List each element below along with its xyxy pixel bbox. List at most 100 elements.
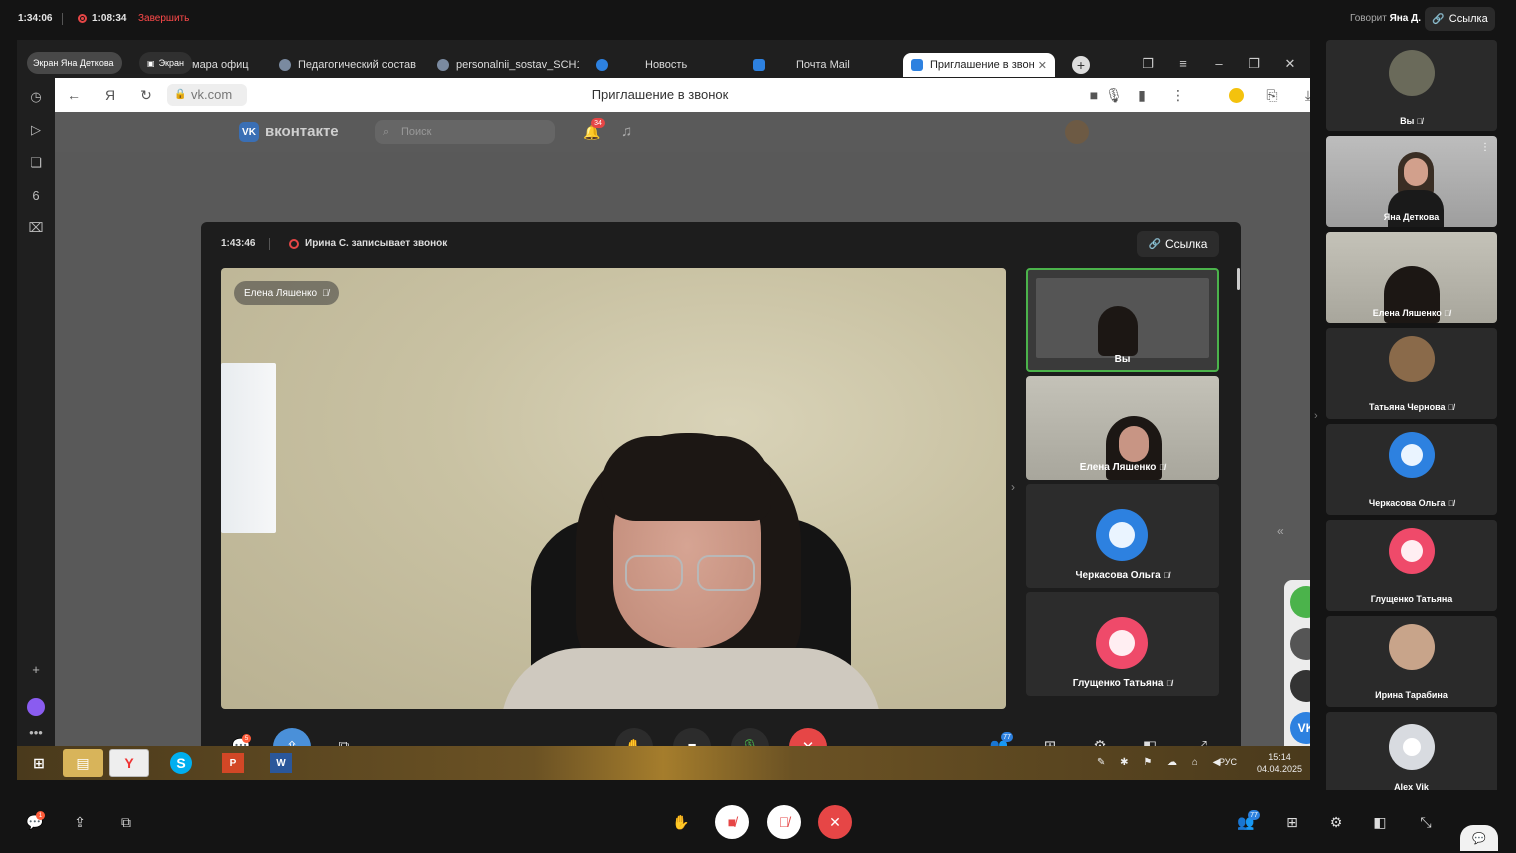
finish-recording-button[interactable]: Завершить <box>138 13 189 24</box>
chevron-right-icon[interactable]: › <box>1011 480 1015 494</box>
vk-logo-icon[interactable]: VK <box>239 122 259 142</box>
number-six-icon[interactable]: 6 <box>27 186 45 204</box>
new-tab-icon[interactable]: + <box>1072 56 1090 74</box>
mic-off-icon: 🎙̸ <box>322 288 329 298</box>
translate-icon[interactable]: ⎘ <box>1263 87 1281 104</box>
browser-tab-strip: мара офиц Педагогический состав personal… <box>17 40 1310 78</box>
participant-tile[interactable]: Елена Ляшенко 🎙̸ <box>1026 376 1219 480</box>
user-placeholder-icon <box>1389 724 1435 770</box>
tab-2[interactable]: Педагогический состав <box>279 53 429 77</box>
add-icon[interactable]: + <box>27 660 45 678</box>
vk-logo-icon[interactable]: VK <box>1290 712 1310 744</box>
tab-label: Почта Mail <box>796 59 850 71</box>
chat-avatar[interactable] <box>1290 586 1310 618</box>
screenshot-icon[interactable]: ⌧ <box>27 219 45 237</box>
mic-off-button[interactable]: 🎙̸ <box>767 805 801 839</box>
tab-1[interactable]: мара офиц <box>192 53 262 77</box>
participant-tile[interactable]: Alex Vik <box>1326 712 1497 790</box>
windows-start-icon[interactable]: ⊞ <box>19 749 59 777</box>
screen-share-icon[interactable]: ⇪ <box>69 811 91 833</box>
close-icon[interactable]: ✕ <box>1038 59 1047 72</box>
participant-tile[interactable]: ⋮ Яна Деткова <box>1326 136 1497 227</box>
music-icon[interactable]: ♫ <box>621 123 632 140</box>
menu-icon[interactable]: ≡ <box>1174 56 1192 71</box>
participant-tile-self[interactable]: Вы <box>1026 268 1219 372</box>
vk-search-input[interactable]: ⌕ Поиск <box>375 120 555 144</box>
participant-tile[interactable]: Елена Ляшенко 🎙̸ <box>1326 232 1497 323</box>
minimize-icon[interactable]: – <box>1210 56 1228 71</box>
penguin-avatar-icon <box>1389 432 1435 478</box>
chat-badge: 5 <box>242 734 251 743</box>
collections-icon[interactable]: ❏ <box>27 154 45 172</box>
alice-icon[interactable] <box>27 698 45 716</box>
participant-avatar <box>1389 624 1435 670</box>
chat-avatar[interactable] <box>1290 628 1310 660</box>
vk-avatar[interactable] <box>1065 120 1089 144</box>
outer-call-time: 1:34:06 <box>18 13 53 24</box>
play-icon[interactable]: ▷ <box>27 121 45 139</box>
chevron-right-icon[interactable]: › <box>1314 410 1318 422</box>
close-window-icon[interactable]: ✕ <box>1281 56 1299 72</box>
tab-5[interactable]: Почта Mail <box>753 53 893 77</box>
chat-avatar[interactable] <box>1290 670 1310 702</box>
extension-icon[interactable] <box>1229 88 1244 103</box>
camera-off-button[interactable]: ■̸ <box>715 805 749 839</box>
presentation-icon[interactable]: P <box>213 749 253 777</box>
participant-tile[interactable]: Ирина Тарабина <box>1326 616 1497 707</box>
skype-icon[interactable]: S <box>161 749 201 777</box>
vk-brand: вконтакте <box>265 123 339 140</box>
file-explorer-icon[interactable]: ▤ <box>63 749 103 777</box>
tiles-scrollbar[interactable] <box>1237 268 1240 290</box>
tray-clock[interactable]: 15:14 04.04.2025 <box>1257 751 1302 775</box>
tray-icons[interactable]: ✎ ✱ ⚑ ☁ ⌂ ◀ <box>1097 757 1226 768</box>
grid-icon[interactable]: ⊞ <box>1281 811 1303 833</box>
participant-name: Вы 🎙̸ <box>1400 116 1423 126</box>
record-icon <box>78 14 87 23</box>
screen-pill[interactable]: ▣ Экран <box>139 52 192 74</box>
language-indicator[interactable]: РУС <box>1219 757 1237 767</box>
main-video[interactable]: Елена Ляшенко 🎙̸ <box>221 268 1006 709</box>
minimize-icon[interactable]: ⤡ <box>1415 811 1437 833</box>
wall-calendar <box>221 363 276 533</box>
settings-icon[interactable]: ⚙ <box>1325 811 1347 833</box>
participant-tile[interactable]: Татьяна Чернова 🎙̸ <box>1326 328 1497 419</box>
restore-icon[interactable]: ❐ <box>1245 56 1263 72</box>
mic-icon[interactable]: 🎙 <box>1105 87 1123 104</box>
tile-name: Вы <box>1114 354 1131 365</box>
participant-tile[interactable]: Глущенко Татьяна <box>1326 520 1497 611</box>
more-icon[interactable]: ••• <box>27 723 45 741</box>
participant-tile[interactable]: Черкасова Ольга 🎙̸ <box>1026 484 1219 588</box>
page-title: Приглашение в звонок <box>591 87 729 102</box>
layout-icon[interactable]: ◧ <box>1369 811 1391 833</box>
participant-name: Татьяна Чернова 🎙̸ <box>1368 402 1455 412</box>
participant-tile[interactable]: Черкасова Ольга 🎙̸ <box>1326 424 1497 515</box>
yandex-browser-icon[interactable]: Y <box>109 749 149 777</box>
bookmark-icon[interactable]: ▮ <box>1133 87 1151 104</box>
camera-icon[interactable]: ■ <box>1085 87 1103 103</box>
tab-4[interactable]: Новость <box>596 53 736 77</box>
vk-page: VK вконтакте ⌕ Поиск 🔔 34 ♫ 1:43:46 Ирин… <box>55 112 1310 780</box>
call-link-button[interactable]: 🔗 Ссылка <box>1137 231 1219 257</box>
collapse-icon[interactable]: « <box>1277 524 1284 538</box>
participant-tile[interactable]: Глущенко Татьяна 🎙̸ <box>1026 592 1219 696</box>
participant-tile-self[interactable]: Вы 🎙̸ <box>1326 40 1497 131</box>
end-call-button[interactable]: ✕ <box>818 805 852 839</box>
windows-taskbar: ⊞ ▤ Y S P W ✎ ✱ ⚑ ☁ ⌂ ◀ РУС 15:14 04.04.… <box>17 746 1310 780</box>
recording-status: Ирина С. записывает звонок <box>305 238 448 249</box>
tabs-icon[interactable]: ❐ <box>1139 56 1157 72</box>
copy-link-button[interactable]: 🔗 Ссылка <box>1425 7 1495 31</box>
tab-active[interactable]: Приглашение в звонок ✕ <box>903 53 1055 77</box>
self-figure <box>1098 306 1138 356</box>
word-icon[interactable]: W <box>261 749 301 777</box>
raise-hand-icon[interactable]: ✋ <box>670 811 692 833</box>
history-icon[interactable]: ◷ <box>27 88 45 106</box>
more-vertical-icon[interactable]: ⋮ <box>1169 87 1187 104</box>
penguin-avatar-icon <box>1096 509 1148 561</box>
messages-icon[interactable]: 💬 <box>1460 825 1498 851</box>
download-icon[interactable]: ⤓ <box>1299 87 1310 104</box>
tab-3[interactable]: personalnii_sostav_SCH1 <box>437 53 579 77</box>
broadcast-icon[interactable]: ⧉ <box>115 811 137 833</box>
participant-name: Глущенко Татьяна <box>1370 594 1453 604</box>
tab-label: Приглашение в звонок <box>930 59 1034 71</box>
more-vertical-icon[interactable]: ⋮ <box>1480 142 1490 153</box>
